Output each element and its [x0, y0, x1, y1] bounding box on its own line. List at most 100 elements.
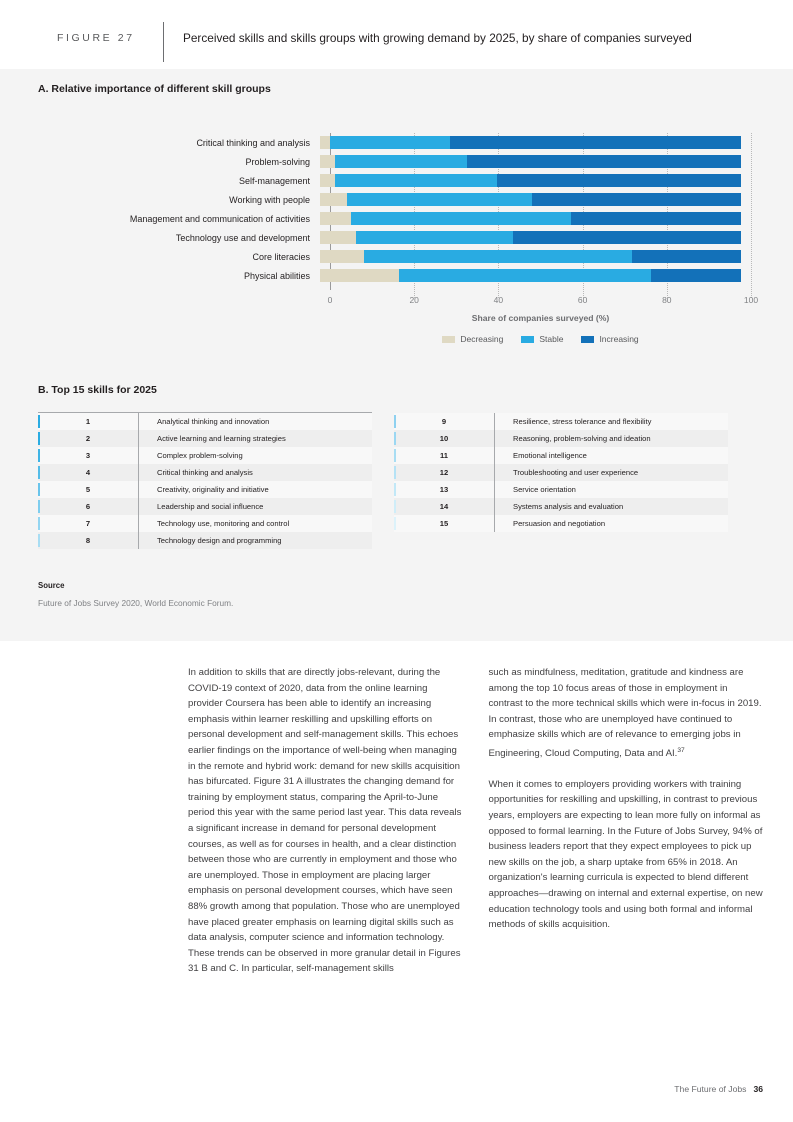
figure-header: FIGURE 27 Perceived skills and skills gr…	[0, 0, 793, 69]
skill-rank: 10	[439, 434, 449, 443]
chart-category-label: Problem-solving	[245, 156, 310, 167]
skill-row: 10 Reasoning, problem-solving and ideatio…	[394, 430, 728, 447]
legend-item-decreasing[interactable]: Decreasing	[442, 334, 503, 344]
bar-segment-stable	[346, 193, 532, 206]
legend-item-increasing[interactable]: Increasing	[581, 334, 639, 344]
bar-segment-increasing	[496, 174, 741, 187]
body-column-left: In addition to skills that are directly …	[188, 665, 463, 992]
bar-segment-increasing	[570, 212, 741, 225]
legend-label: Increasing	[599, 334, 639, 344]
header-divider	[163, 22, 164, 62]
bar-segment-decreasing	[320, 174, 336, 187]
body-column-right: such as mindfulness, meditation, gratitu…	[489, 665, 764, 992]
skill-rank: 3	[85, 451, 91, 460]
skill-row: 12 Troubleshooting and user experience	[394, 464, 728, 481]
bar-segment-decreasing	[320, 136, 331, 149]
skill-row: 4 Critical thinking and analysis	[38, 464, 372, 481]
chart-bar-row: Self-management	[38, 171, 768, 190]
chart-bar-track	[320, 193, 741, 206]
skill-rank: 8	[85, 536, 91, 545]
skill-row: 15 Persuasion and negotiation	[394, 515, 728, 532]
rank-marker-icon	[394, 466, 396, 479]
rank-marker-icon	[38, 415, 40, 428]
skill-row: 6 Leadership and social influence	[38, 498, 372, 515]
rank-marker-icon	[394, 517, 396, 530]
chart-bar-track	[320, 155, 741, 168]
skill-rank: 11	[439, 451, 449, 460]
chart-category-label: Working with people	[229, 194, 310, 205]
skill-name: Creativity, originality and initiative	[157, 485, 269, 494]
x-tick-label: 80	[662, 295, 672, 305]
chart-category-label: Management and communication of activiti…	[129, 213, 310, 224]
chart-x-ticks: 0 20 40 60 80 100	[327, 295, 758, 309]
chart-a: Critical thinking and analysis Problem-so…	[38, 125, 768, 360]
skill-rank: 5	[85, 485, 91, 494]
bar-segment-decreasing	[320, 193, 347, 206]
skill-name: Resilience, stress tolerance and flexibi…	[513, 417, 652, 426]
figure-title: Perceived skills and skills groups with …	[183, 31, 692, 45]
skill-rank: 1	[85, 417, 91, 426]
skill-rank: 12	[439, 468, 449, 477]
chart-bar-row: Problem-solving	[38, 152, 768, 171]
chart-legend: Decreasing Stable Increasing	[330, 334, 751, 344]
bar-segment-stable	[335, 155, 467, 168]
skill-rank: 4	[85, 468, 91, 477]
bar-segment-stable	[330, 136, 451, 149]
x-tick-label: 20	[409, 295, 419, 305]
chart-bar-row: Technology use and development	[38, 228, 768, 247]
rank-marker-icon	[394, 500, 396, 513]
skill-row: 7 Technology use, monitoring and control	[38, 515, 372, 532]
chart-bar-row: Management and communication of activiti…	[38, 209, 768, 228]
chart-bar-track	[320, 269, 741, 282]
footer-title: The Future of Jobs	[674, 1084, 747, 1094]
chart-bar-row: Core literacies	[38, 247, 768, 266]
skill-row: 3 Complex problem-solving	[38, 447, 372, 464]
chart-category-label: Core literacies	[252, 251, 310, 262]
skill-name: Complex problem-solving	[157, 451, 243, 460]
chart-category-label: Technology use and development	[175, 232, 310, 243]
rank-marker-icon	[38, 449, 40, 462]
skills-column-left: 1 Analytical thinking and innovation 2 Acti…	[38, 412, 372, 549]
chart-bar-row: Physical abilities	[38, 266, 768, 285]
page: FIGURE 27 Perceived skills and skills gr…	[0, 0, 793, 1122]
footnote-marker[interactable]: 37	[677, 747, 684, 754]
chart-bar-row: Critical thinking and analysis	[38, 133, 768, 152]
rank-marker-icon	[38, 517, 40, 530]
legend-label: Decreasing	[460, 334, 504, 344]
skill-row: 2 Active learning and learning strategies	[38, 430, 372, 447]
skill-row: 1 Analytical thinking and innovation	[38, 413, 372, 430]
legend-swatch-icon	[442, 335, 456, 343]
skill-name: Technology use, monitoring and control	[157, 519, 290, 528]
body-paragraph: When it comes to employers providing wor…	[489, 777, 764, 933]
chart-x-axis-title: Share of companies surveyed (%)	[471, 313, 610, 323]
rank-marker-icon	[394, 415, 396, 428]
chart-bar-track	[320, 174, 741, 187]
source-text: Future of Jobs Survey 2020, World Econom…	[38, 598, 234, 608]
bar-segment-stable	[399, 269, 651, 282]
bar-segment-increasing	[631, 250, 741, 263]
chart-bar-track	[320, 231, 741, 244]
bar-segment-decreasing	[320, 231, 356, 244]
rank-marker-icon	[38, 500, 40, 513]
x-tick-label: 0	[327, 295, 333, 305]
skill-name: Service orientation	[513, 485, 576, 494]
body-columns: In addition to skills that are directly …	[0, 665, 793, 992]
rank-marker-icon	[38, 432, 40, 445]
bar-segment-increasing	[531, 193, 741, 206]
chart-bar-track	[320, 250, 741, 263]
rank-marker-icon	[38, 466, 40, 479]
figure-label: FIGURE 27	[57, 32, 135, 44]
section-a-title: A. Relative importance of different skil…	[38, 83, 271, 95]
skill-row: 8 Technology design and programming	[38, 532, 372, 549]
skill-rank: 2	[85, 434, 91, 443]
bar-segment-stable	[355, 231, 513, 244]
source-label: Source	[38, 581, 65, 590]
chart-category-label: Physical abilities	[243, 270, 310, 281]
skills-column-right: 9 Resilience, stress tolerance and flexib…	[394, 412, 728, 549]
legend-swatch-icon	[581, 335, 595, 343]
skill-name: Systems analysis and evaluation	[513, 502, 624, 511]
bar-segment-stable	[364, 250, 632, 263]
legend-swatch-icon	[521, 335, 535, 343]
legend-item-stable[interactable]: Stable	[521, 334, 563, 344]
skill-name: Reasoning, problem-solving and ideation	[513, 434, 651, 443]
